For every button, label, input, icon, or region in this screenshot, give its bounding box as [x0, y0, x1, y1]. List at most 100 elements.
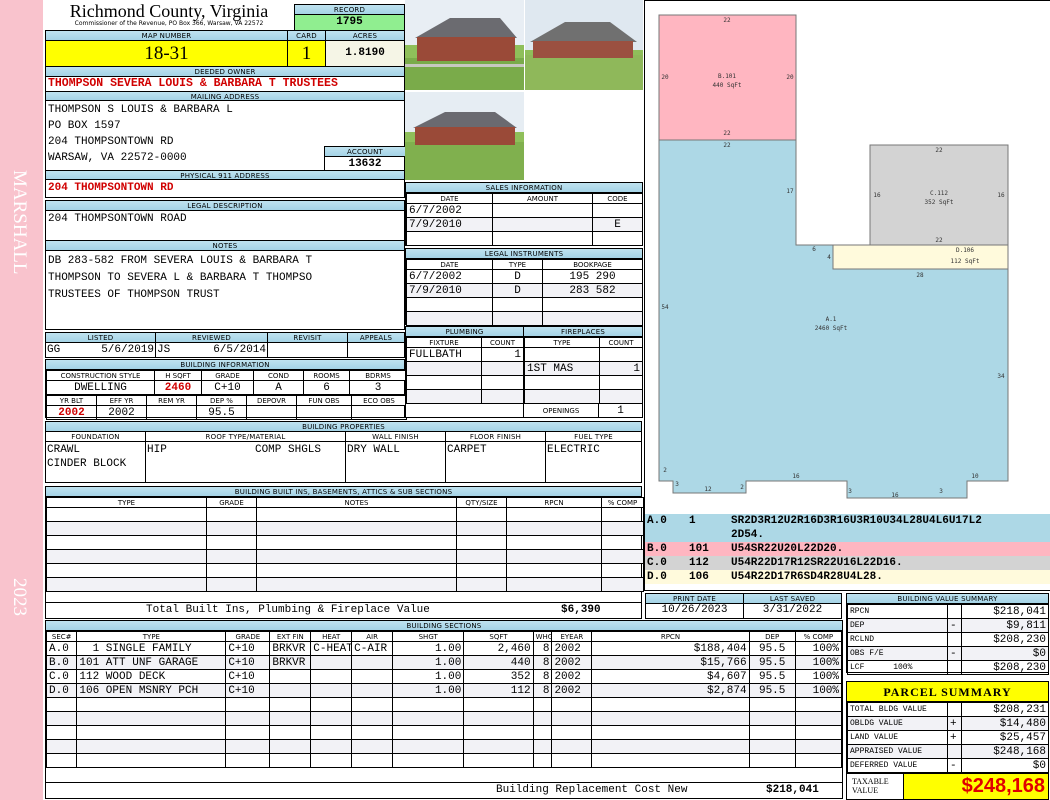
owner-label: DEEDED OWNER: [46, 67, 404, 77]
table-cell: [506, 507, 602, 522]
dim: 16: [873, 192, 881, 199]
table-cell: 2002: [551, 683, 593, 698]
table-cell: [532, 711, 553, 726]
table-cell: [406, 389, 482, 404]
table-cell: [601, 577, 644, 592]
table-cell: [592, 203, 643, 218]
column-header: EFF YR: [96, 395, 147, 406]
column-header: YR BLT: [46, 395, 97, 406]
table-cell: [492, 203, 593, 218]
sketch-code-row: B.0 101 U54SR22U20L22D20.: [645, 542, 1050, 556]
reviewed-by: JS: [157, 344, 171, 356]
table-cell: 7/9/2010: [406, 283, 493, 298]
table-cell: 100%: [794, 641, 843, 656]
column-header: ECO OBS: [351, 395, 407, 406]
table-cell: [947, 660, 962, 675]
column-header: BDRMS: [349, 370, 407, 381]
column-header: RPCN: [591, 631, 750, 642]
sketch-area-d: [832, 244, 1009, 270]
card-number: 1: [288, 41, 325, 66]
empty-row: [524, 389, 643, 404]
column-header: TYPE: [76, 631, 227, 642]
table-cell: 2002: [46, 405, 97, 420]
openings-row: OPENINGS 1: [524, 403, 642, 417]
reviewed-label: REVIEWED: [156, 333, 268, 342]
table-cell: 95.5: [748, 641, 796, 656]
appeals-value: [348, 343, 404, 357]
property-photo[interactable]: [405, 0, 524, 90]
table-cell: [456, 507, 507, 522]
table-cell: [310, 739, 353, 754]
dim: 54: [661, 304, 669, 311]
built-ins-total-row: Total Built Ins, Plumbing & Fireplace Va…: [46, 602, 641, 618]
building-sections: BUILDING SECTIONS SEC# TYPE GRADE EXT FIN HE…: [45, 620, 843, 799]
building-info-label: BUILDING INFORMATION: [46, 360, 404, 370]
table-cell: [310, 683, 353, 698]
table-cell: 7/9/2010: [406, 217, 493, 232]
building-information: BUILDING INFORMATION CONSTRUCTION STYLE H…: [45, 359, 407, 420]
fuel-value: ELECTRIC: [547, 444, 600, 456]
table-cell: [225, 711, 271, 726]
mailing-line: THOMPSON S LOUIS & BARBARA L: [48, 104, 233, 116]
table-cell: [456, 563, 507, 578]
taxable-value[interactable]: $248,168: [904, 774, 1048, 799]
empty-row: [46, 535, 644, 550]
column-header: AMOUNT: [492, 193, 593, 204]
building-sketch[interactable]: B.101 440 SqFt C.112 352 SqFt D.106 112 SqF…: [645, 1, 1050, 513]
mailing-line: PO BOX 1597: [48, 120, 121, 132]
table-cell: [542, 311, 643, 326]
column-header: TYPE: [492, 259, 543, 270]
table-cell: [351, 669, 394, 684]
dim: 2: [740, 484, 744, 491]
table-cell: 8: [532, 655, 553, 670]
table-row: TOTAL BLDG VALUE $208,231: [847, 702, 1049, 717]
table-cell: [599, 389, 643, 404]
dim: 16: [891, 492, 899, 499]
physical-address: 204 THOMPSONTOWN RD: [48, 182, 174, 194]
table-row: LCF 100% $208,230: [847, 660, 1049, 675]
table-cell: [310, 725, 353, 740]
table-row: B.0 101 ATT UNF GARAGE C+10 BRKVR 1.00 440 8 20…: [45, 655, 843, 670]
area-sqft: 2460 SqFt: [815, 325, 848, 332]
column-header: COUNT: [481, 337, 524, 348]
table-cell: [947, 744, 962, 759]
table-cell: LAND VALUE: [847, 730, 948, 745]
table-cell: C-AIR: [351, 641, 394, 656]
table-cell: D: [492, 269, 543, 284]
table-cell: [406, 375, 482, 390]
table-cell: [256, 535, 457, 550]
instruments-table: DATE TYPE BOOKPAGE 6/7/2002 D 195 290 7/9/2010…: [406, 259, 643, 326]
table-cell: [551, 739, 593, 754]
wall-label: WALL FINISH: [346, 432, 445, 442]
foundation-value: CRAWL: [47, 444, 81, 456]
table-cell: C+10: [201, 380, 254, 395]
table-cell: [45, 753, 78, 768]
table-cell: 100%: [794, 655, 843, 670]
dim: 20: [786, 74, 794, 81]
table-cell: D: [492, 283, 543, 298]
table-cell: [206, 521, 257, 536]
fireplaces: FIREPLACES TYPE COUNT 1ST MAS 1 OPENINGS 1: [523, 326, 643, 418]
table-cell: [506, 535, 602, 550]
property-photo[interactable]: [525, 0, 643, 90]
column-header: DEP: [748, 631, 796, 642]
table-cell: 1: [599, 361, 643, 376]
dim: 3: [848, 488, 852, 495]
table-cell: [45, 725, 78, 740]
table-cell: E: [592, 217, 643, 232]
table-cell: [492, 231, 593, 246]
table-cell: 6/7/2002: [406, 203, 493, 218]
area-label: C.112: [930, 190, 948, 197]
table-cell: [76, 725, 227, 740]
account-box: ACCOUNT 13632: [324, 146, 405, 171]
table-cell: C+10: [225, 683, 271, 698]
table-cell: $14,480: [961, 716, 1049, 731]
table-cell: [46, 563, 207, 578]
table-cell: 100%: [794, 683, 843, 698]
table-cell: [256, 563, 457, 578]
property-photo[interactable]: [405, 92, 524, 180]
column-header: COUNT: [599, 337, 643, 348]
table-cell: [269, 669, 312, 684]
table-row: C.0 112 WOOD DECK C+10 1.00 352 8 2002 $4,607 95…: [45, 669, 843, 684]
table-cell: [392, 739, 465, 754]
